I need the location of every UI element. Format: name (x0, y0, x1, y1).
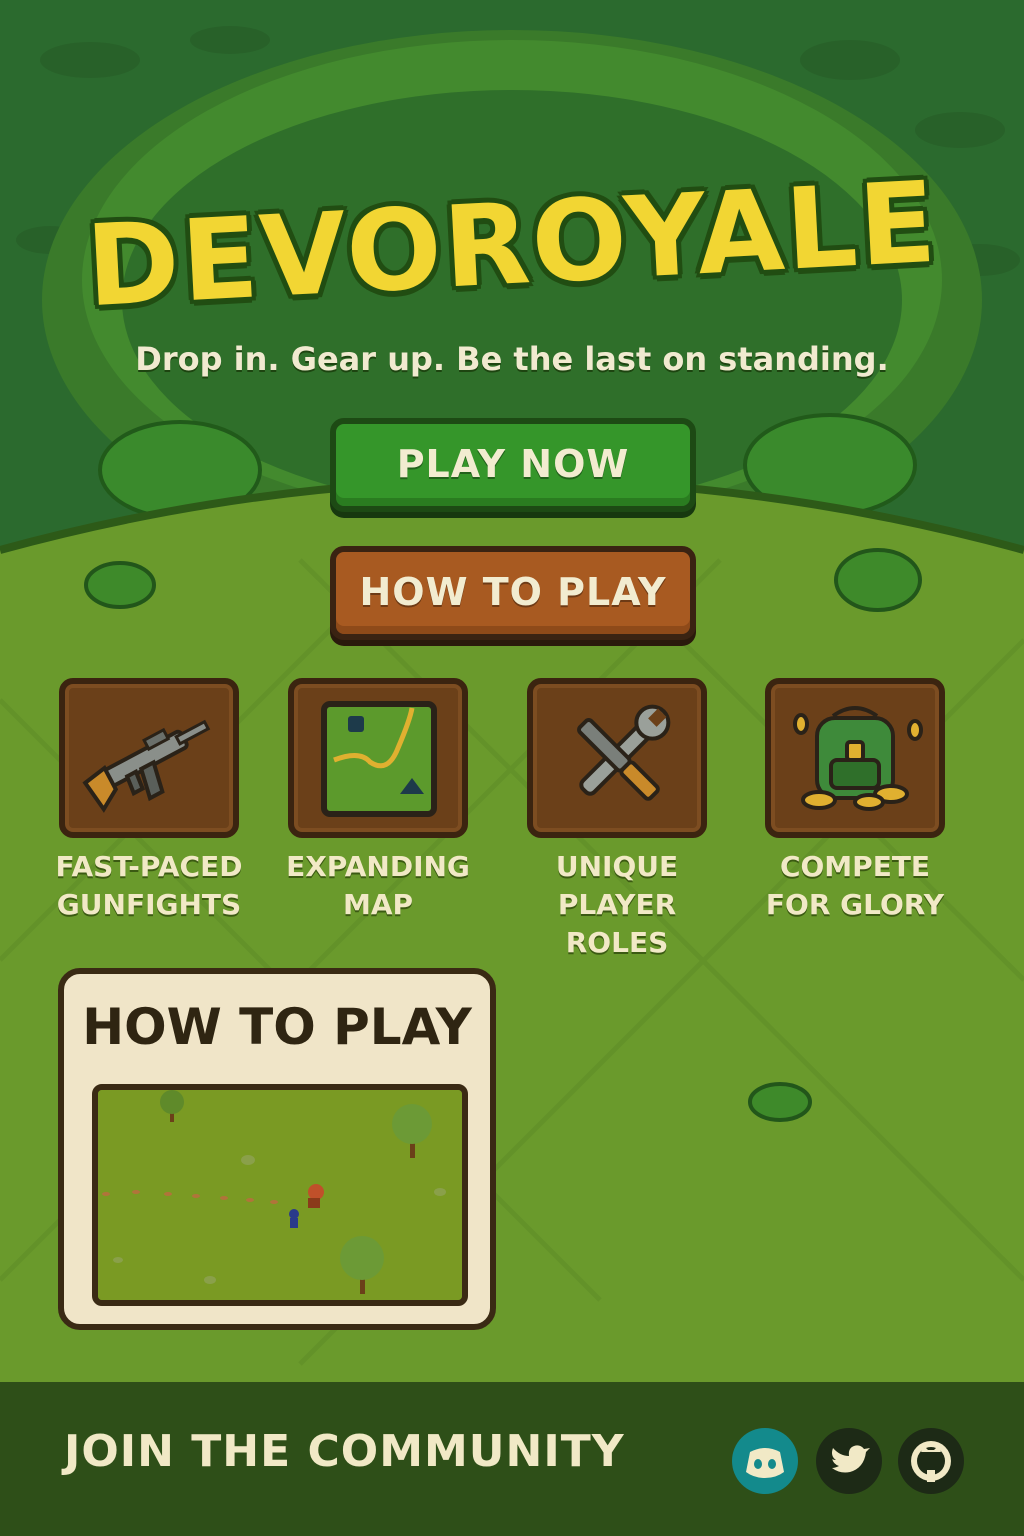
how-to-play-card: HOW TO PLAY (58, 968, 496, 1330)
gameplay-preview-image (98, 1090, 462, 1300)
feature-gunfights: FAST-PACED GUNFIGHTS (34, 678, 264, 924)
how-to-play-button[interactable]: HOW TO PLAY (330, 546, 696, 640)
feature-label: UNIQUE PLAYER ROLES (555, 850, 679, 959)
feature-label: COMPETE FOR GLORY (765, 850, 945, 921)
twitter-icon[interactable] (816, 1428, 882, 1494)
tools-icon (527, 678, 707, 838)
tagline: Drop in. Gear up. Be the last on standin… (135, 340, 889, 378)
join-community-label: JOIN THE COMMUNITY (64, 1426, 625, 1477)
feature-glory: COMPETE FOR GLORY (740, 678, 970, 924)
github-icon[interactable] (898, 1428, 964, 1494)
feature-roles: UNIQUE PLAYER ROLES (502, 678, 732, 962)
rifle-icon (59, 678, 239, 838)
feature-label: FAST-PACED GUNFIGHTS (55, 850, 243, 921)
map-icon (288, 678, 468, 838)
feature-label: EXPANDING MAP (286, 850, 470, 921)
backpack-coins-icon (765, 678, 945, 838)
play-now-button[interactable]: PLAY NOW (330, 418, 696, 512)
gameplay-preview[interactable] (92, 1084, 468, 1306)
feature-map: EXPANDING MAP (263, 678, 493, 924)
footer: JOIN THE COMMUNITY (0, 1382, 1024, 1536)
how-to-play-title: HOW TO PLAY (82, 998, 472, 1056)
discord-icon[interactable] (732, 1428, 798, 1494)
